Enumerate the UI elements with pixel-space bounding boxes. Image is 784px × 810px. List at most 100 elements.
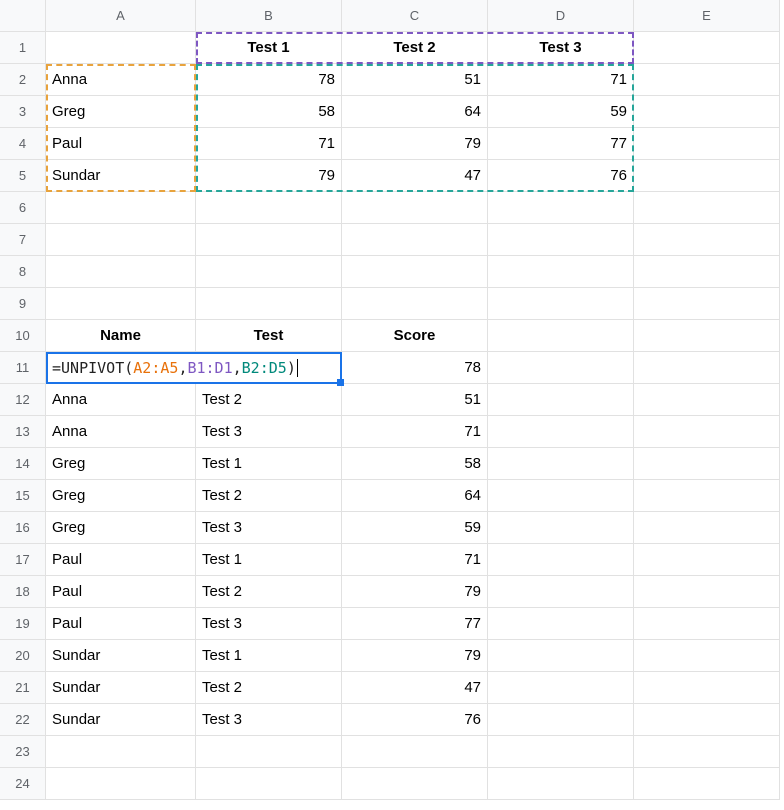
cell-D8[interactable]: [488, 256, 634, 288]
cell-C11[interactable]: 78: [342, 352, 488, 384]
cell-A1[interactable]: [46, 32, 196, 64]
cell-E10[interactable]: [634, 320, 780, 352]
fill-handle[interactable]: [337, 379, 344, 386]
cell-D18[interactable]: [488, 576, 634, 608]
col-header-E[interactable]: E: [634, 0, 780, 32]
cell-D17[interactable]: [488, 544, 634, 576]
cell-B17[interactable]: Test 1: [196, 544, 342, 576]
row-header-10[interactable]: 10: [0, 320, 46, 352]
row-header-11[interactable]: 11: [0, 352, 46, 384]
cell-B19[interactable]: Test 3: [196, 608, 342, 640]
row-header-17[interactable]: 17: [0, 544, 46, 576]
cell-C13[interactable]: 71: [342, 416, 488, 448]
cell-E23[interactable]: [634, 736, 780, 768]
row-header-15[interactable]: 15: [0, 480, 46, 512]
cell-A6[interactable]: [46, 192, 196, 224]
cell-C23[interactable]: [342, 736, 488, 768]
cell-C24[interactable]: [342, 768, 488, 800]
cell-D19[interactable]: [488, 608, 634, 640]
cell-D21[interactable]: [488, 672, 634, 704]
row-header-2[interactable]: 2: [0, 64, 46, 96]
cell-D24[interactable]: [488, 768, 634, 800]
cell-C9[interactable]: [342, 288, 488, 320]
cell-A3[interactable]: Greg: [46, 96, 196, 128]
cell-E14[interactable]: [634, 448, 780, 480]
formula-editor[interactable]: =UNPIVOT(A2:A5,B1:D1,B2:D5): [46, 352, 342, 384]
col-header-D[interactable]: D: [488, 0, 634, 32]
cell-E9[interactable]: [634, 288, 780, 320]
row-header-9[interactable]: 9: [0, 288, 46, 320]
cell-C2[interactable]: 51: [342, 64, 488, 96]
row-header-16[interactable]: 16: [0, 512, 46, 544]
cell-E24[interactable]: [634, 768, 780, 800]
col-header-A[interactable]: A: [46, 0, 196, 32]
cell-E20[interactable]: [634, 640, 780, 672]
cell-B12[interactable]: Test 2: [196, 384, 342, 416]
row-header-6[interactable]: 6: [0, 192, 46, 224]
cell-C12[interactable]: 51: [342, 384, 488, 416]
col-header-B[interactable]: B: [196, 0, 342, 32]
cell-D20[interactable]: [488, 640, 634, 672]
cell-C18[interactable]: 79: [342, 576, 488, 608]
cell-B23[interactable]: [196, 736, 342, 768]
row-header-23[interactable]: 23: [0, 736, 46, 768]
row-header-21[interactable]: 21: [0, 672, 46, 704]
cell-B8[interactable]: [196, 256, 342, 288]
cell-D1[interactable]: Test 3: [488, 32, 634, 64]
cell-E8[interactable]: [634, 256, 780, 288]
cell-E18[interactable]: [634, 576, 780, 608]
cell-B14[interactable]: Test 1: [196, 448, 342, 480]
cell-C8[interactable]: [342, 256, 488, 288]
cell-B15[interactable]: Test 2: [196, 480, 342, 512]
cell-A2[interactable]: Anna: [46, 64, 196, 96]
cell-C19[interactable]: 77: [342, 608, 488, 640]
cell-D9[interactable]: [488, 288, 634, 320]
cell-D13[interactable]: [488, 416, 634, 448]
cell-C22[interactable]: 76: [342, 704, 488, 736]
cell-D22[interactable]: [488, 704, 634, 736]
cell-E22[interactable]: [634, 704, 780, 736]
col-header-C[interactable]: C: [342, 0, 488, 32]
cell-E2[interactable]: [634, 64, 780, 96]
cell-C10[interactable]: Score: [342, 320, 488, 352]
cell-E6[interactable]: [634, 192, 780, 224]
cell-A8[interactable]: [46, 256, 196, 288]
cell-B6[interactable]: [196, 192, 342, 224]
cell-B7[interactable]: [196, 224, 342, 256]
cell-E4[interactable]: [634, 128, 780, 160]
cell-A23[interactable]: [46, 736, 196, 768]
cell-B13[interactable]: Test 3: [196, 416, 342, 448]
cell-A12[interactable]: Anna: [46, 384, 196, 416]
cell-E1[interactable]: [634, 32, 780, 64]
row-header-7[interactable]: 7: [0, 224, 46, 256]
cell-E11[interactable]: [634, 352, 780, 384]
cell-B9[interactable]: [196, 288, 342, 320]
cell-A24[interactable]: [46, 768, 196, 800]
cell-B22[interactable]: Test 3: [196, 704, 342, 736]
cell-B16[interactable]: Test 3: [196, 512, 342, 544]
cell-B10[interactable]: Test: [196, 320, 342, 352]
cell-A9[interactable]: [46, 288, 196, 320]
cell-D4[interactable]: 77: [488, 128, 634, 160]
cell-D12[interactable]: [488, 384, 634, 416]
row-header-12[interactable]: 12: [0, 384, 46, 416]
cell-B4[interactable]: 71: [196, 128, 342, 160]
cell-A19[interactable]: Paul: [46, 608, 196, 640]
cell-B20[interactable]: Test 1: [196, 640, 342, 672]
cell-E15[interactable]: [634, 480, 780, 512]
cell-A7[interactable]: [46, 224, 196, 256]
cell-D2[interactable]: 71: [488, 64, 634, 96]
cell-C16[interactable]: 59: [342, 512, 488, 544]
cell-A17[interactable]: Paul: [46, 544, 196, 576]
cell-B2[interactable]: 78: [196, 64, 342, 96]
cell-C5[interactable]: 47: [342, 160, 488, 192]
cell-D14[interactable]: [488, 448, 634, 480]
cell-C7[interactable]: [342, 224, 488, 256]
cell-A21[interactable]: Sundar: [46, 672, 196, 704]
cell-D5[interactable]: 76: [488, 160, 634, 192]
row-header-24[interactable]: 24: [0, 768, 46, 800]
cell-D15[interactable]: [488, 480, 634, 512]
cell-C20[interactable]: 79: [342, 640, 488, 672]
cell-A18[interactable]: Paul: [46, 576, 196, 608]
cell-D7[interactable]: [488, 224, 634, 256]
